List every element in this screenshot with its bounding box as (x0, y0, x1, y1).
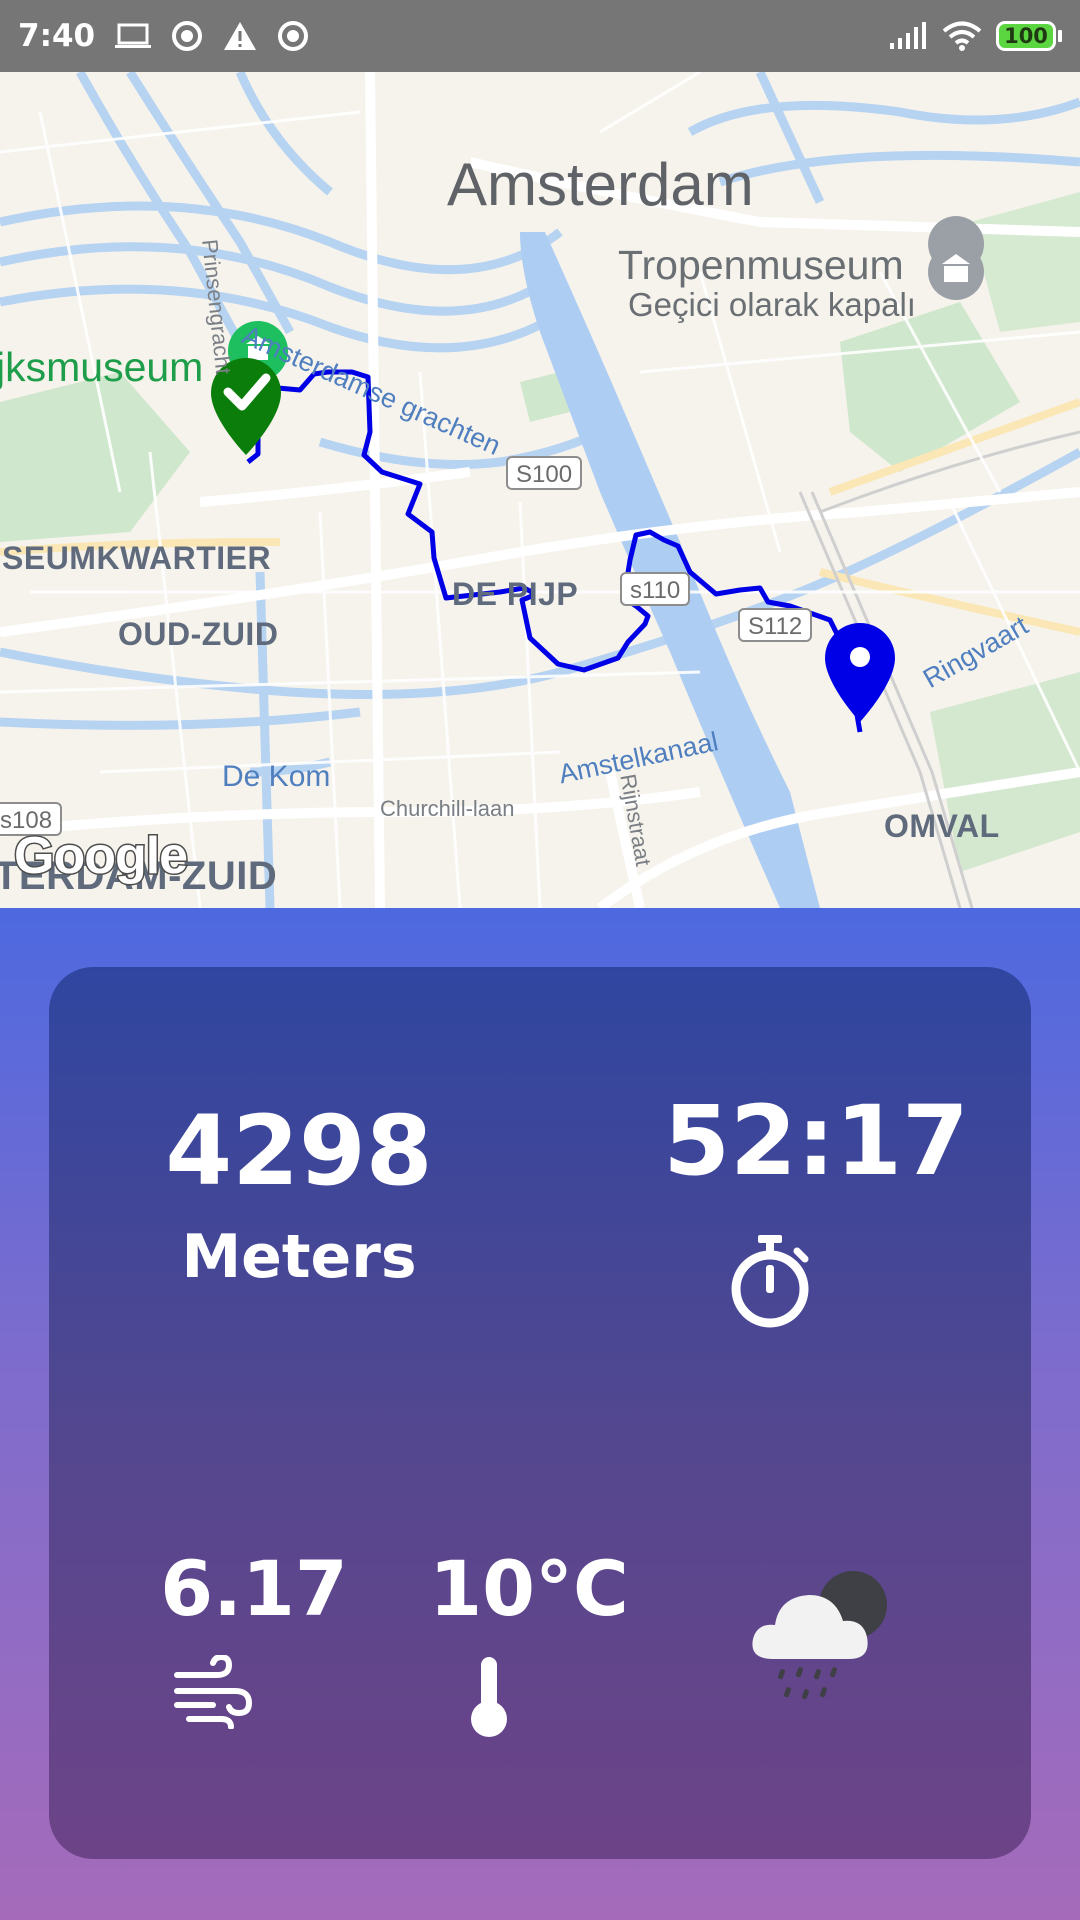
map-district-label: SEUMKWARTIER (2, 540, 272, 576)
route-map[interactable]: Amsterdam Tropenmuseum Geçici olarak kap… (0, 72, 1080, 908)
map-area-label: De Kom (222, 760, 331, 793)
battery-cap (1058, 30, 1062, 42)
map-street-label: Churchill-laan (380, 796, 515, 821)
distance-unit: Meters (181, 1222, 417, 1292)
map-poi-status: Geçici olarak kapalı (628, 286, 916, 323)
status-bar: 7:40 100 (0, 0, 1080, 72)
map-district-label: OUD-ZUID (118, 616, 279, 652)
stats-panel: 4298 Meters 52:17 6.17 10°C (0, 908, 1080, 1920)
temperature-value: 10°C (429, 1544, 629, 1633)
signal-icon (890, 22, 926, 49)
road-shield: s110 (620, 572, 691, 606)
duration-value: 52:17 (663, 1085, 969, 1197)
road-shield: S100 (506, 456, 583, 490)
map-poi-name[interactable]: Tropenmuseum (618, 242, 904, 289)
record-icon (172, 21, 203, 51)
stats-card: 4298 Meters 52:17 6.17 10°C (49, 967, 1031, 1859)
stopwatch-icon (731, 1235, 809, 1328)
battery-icon: 100 (996, 21, 1056, 51)
laptop-icon (115, 23, 152, 48)
wifi-icon (942, 21, 982, 51)
map-museum-label[interactable]: jksmuseum (0, 344, 203, 391)
google-logo: Google (12, 826, 189, 887)
map-district-label: OMVAL (884, 808, 1000, 844)
wind-speed-value: 6.17 (160, 1544, 348, 1633)
warning-icon (224, 22, 257, 50)
map-district-label: DE PIJP (452, 576, 579, 612)
status-time: 7:40 (18, 18, 96, 54)
night-rain-cloud-icon (752, 1571, 887, 1700)
thermometer-icon (471, 1657, 507, 1737)
record-icon (278, 21, 309, 51)
map-city-label: Amsterdam (447, 151, 754, 218)
road-shield: S112 (738, 608, 813, 642)
distance-value: 4298 (165, 1095, 433, 1207)
wind-icon (174, 1655, 253, 1729)
